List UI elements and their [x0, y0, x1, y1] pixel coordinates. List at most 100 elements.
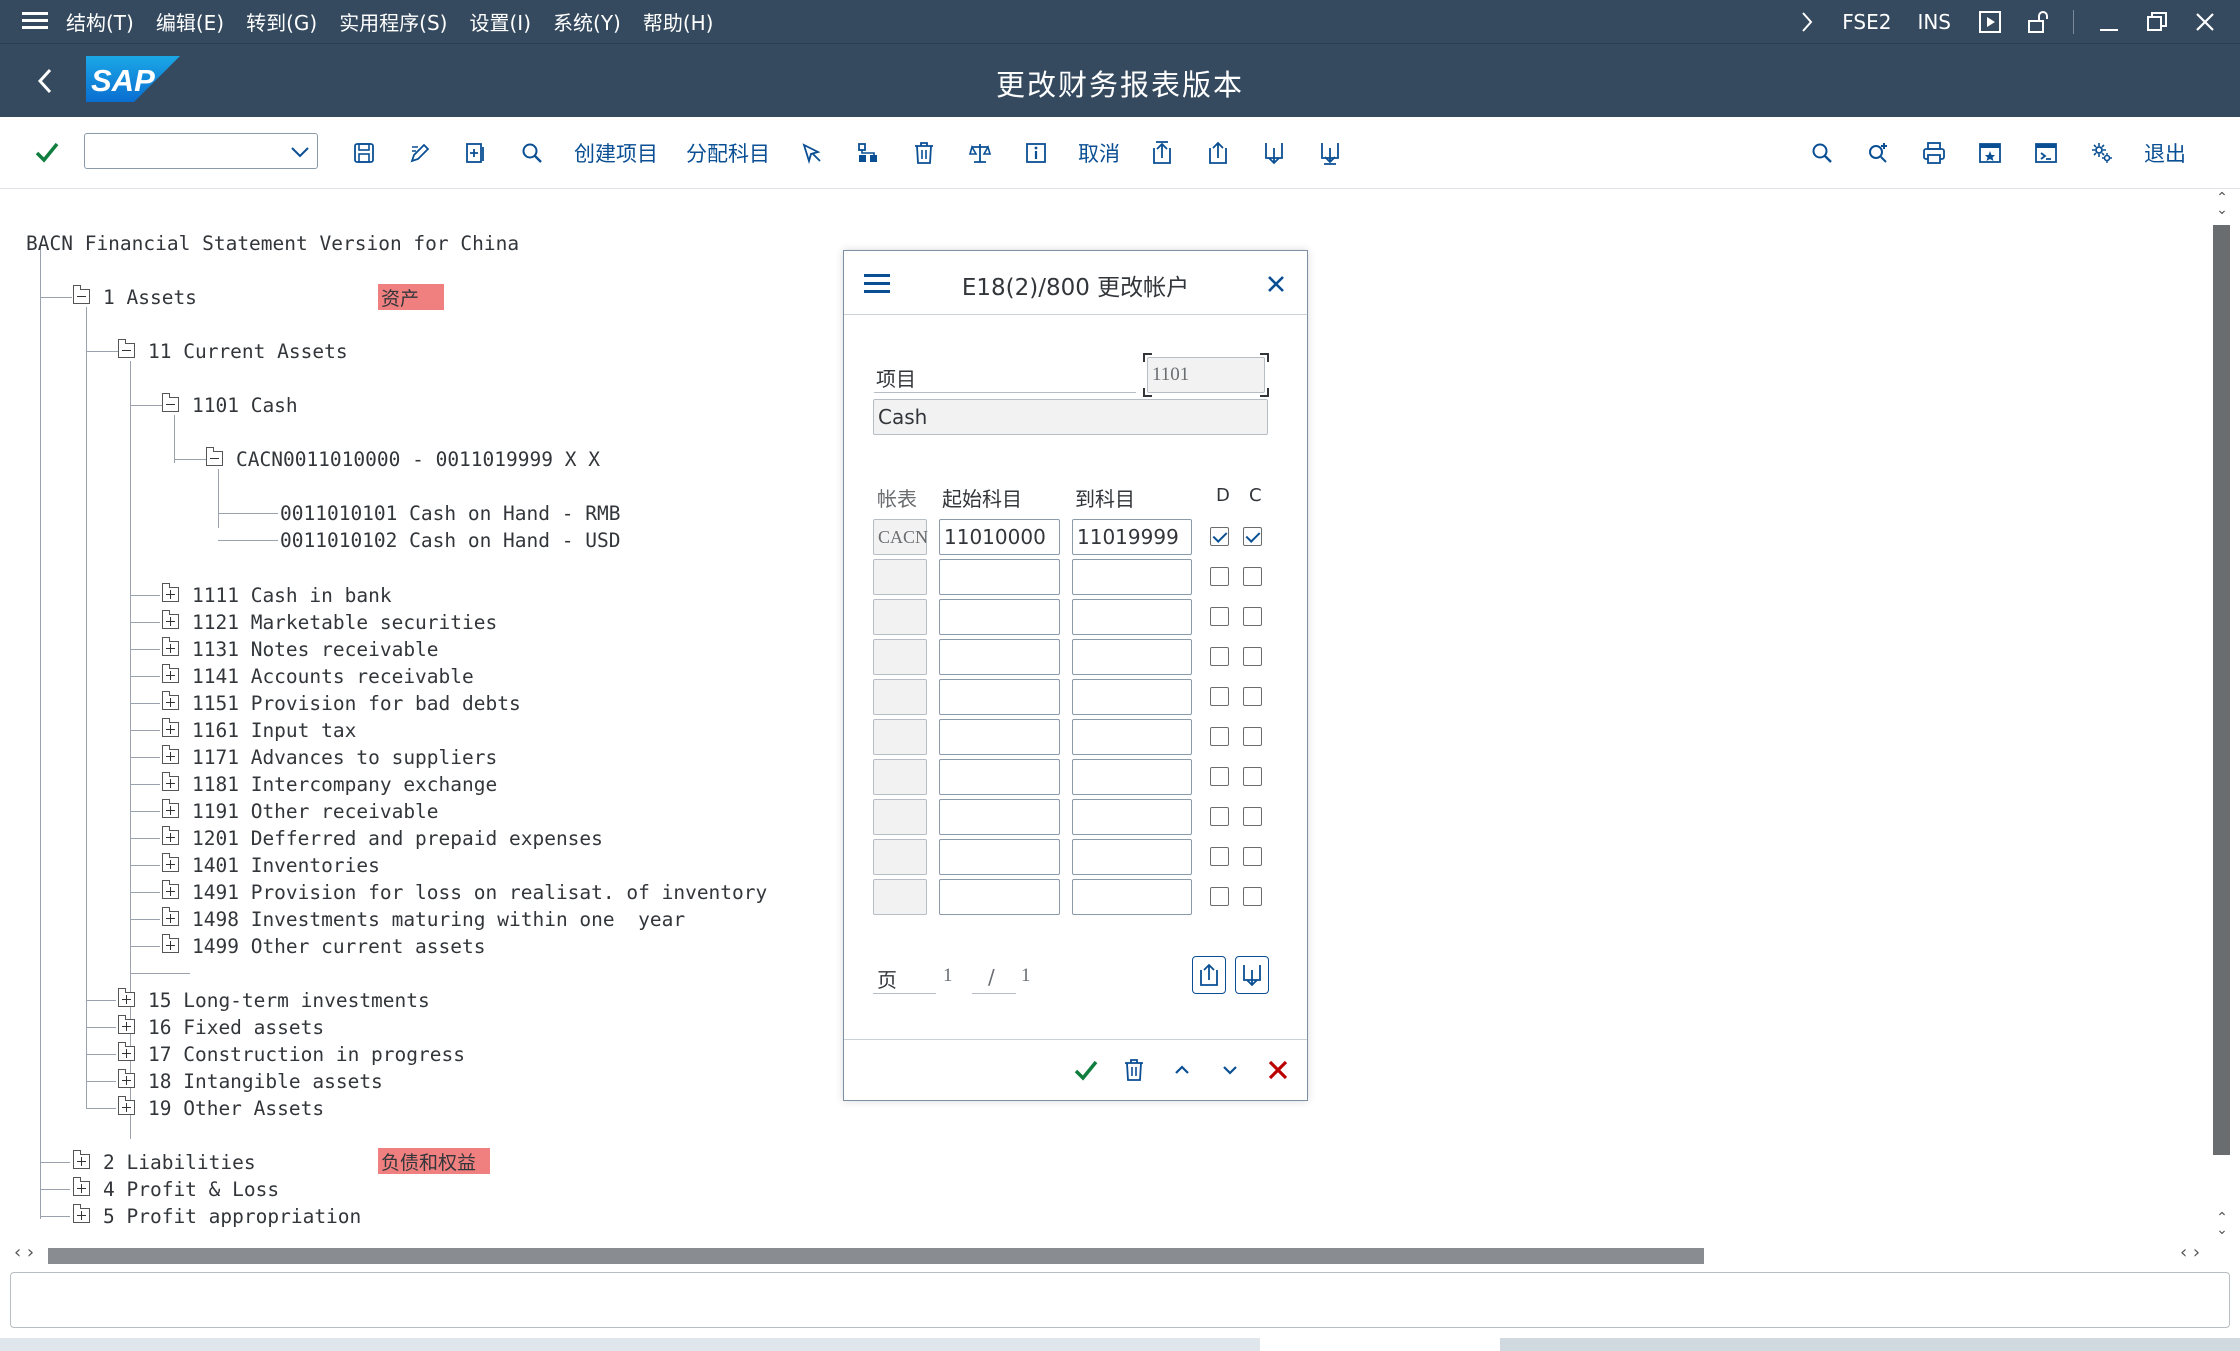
minimize-icon[interactable] [2096, 9, 2122, 35]
restore-icon[interactable] [2144, 9, 2170, 35]
from-account-input[interactable] [939, 759, 1060, 795]
chevron-down-icon[interactable] [1216, 1056, 1244, 1084]
credit-checkbox[interactable] [1243, 567, 1262, 586]
tree-node[interactable]: 1498 Investments maturing within one yea… [192, 908, 685, 931]
expand-icon[interactable] [162, 880, 179, 899]
cancel-button[interactable]: 取消 [1078, 138, 1120, 168]
delete-icon[interactable] [911, 140, 937, 166]
menu-settings[interactable]: 设置(I) [470, 7, 532, 36]
new-session-icon[interactable] [1977, 140, 2003, 166]
tree-node[interactable]: 1181 Intercompany exchange [192, 773, 497, 796]
expand-icon[interactable] [162, 610, 179, 629]
to-account-input[interactable] [1072, 839, 1192, 875]
to-account-input[interactable] [1072, 799, 1192, 835]
find-icon[interactable] [519, 140, 545, 166]
tree-node[interactable]: 1161 Input tax [192, 719, 356, 742]
from-account-input[interactable] [939, 599, 1060, 635]
horizontal-scrollbar[interactable]: ‹ › ‹ › [0, 1242, 2240, 1268]
scrollbar-thumb[interactable] [48, 1248, 1704, 1264]
balance-icon[interactable] [967, 140, 993, 166]
close-icon[interactable] [1264, 272, 1288, 296]
from-account-input[interactable]: 11010000 [939, 519, 1060, 555]
collapse-icon[interactable] [162, 393, 179, 412]
credit-checkbox[interactable] [1243, 887, 1262, 906]
expand-icon[interactable] [162, 772, 179, 791]
debit-checkbox[interactable] [1210, 847, 1229, 866]
collapse-icon[interactable] [118, 339, 135, 358]
to-account-input[interactable] [1072, 559, 1192, 595]
unlock-icon[interactable] [2025, 9, 2051, 35]
shortcut-icon[interactable] [2033, 140, 2059, 166]
expand-icon[interactable] [162, 799, 179, 818]
debit-checkbox[interactable] [1210, 727, 1229, 746]
credit-checkbox[interactable] [1243, 767, 1262, 786]
menu-icon[interactable] [22, 9, 48, 33]
tree-node[interactable]: 1491 Provision for loss on realisat. of … [192, 881, 767, 904]
debit-checkbox[interactable] [1210, 647, 1229, 666]
next-page-button[interactable] [1235, 956, 1269, 994]
menu-help[interactable]: 帮助(H) [643, 7, 714, 36]
tree-node[interactable]: 1171 Advances to suppliers [192, 746, 497, 769]
scroll-left-right-icon[interactable]: ‹ › [2180, 1242, 2200, 1263]
to-account-input[interactable] [1072, 639, 1192, 675]
expand-icon[interactable] [118, 1096, 135, 1115]
debit-checkbox[interactable] [1210, 527, 1229, 546]
tree-node[interactable]: 1131 Notes receivable [192, 638, 439, 661]
from-account-input[interactable] [939, 839, 1060, 875]
tree-node-liabilities[interactable]: 2 Liabilities [103, 1151, 256, 1174]
debit-checkbox[interactable] [1210, 607, 1229, 626]
exit-button[interactable]: 退出 [2144, 138, 2186, 168]
menu-system[interactable]: 系统(Y) [553, 7, 621, 36]
tree-node-profit-appropriation[interactable]: 5 Profit appropriation [103, 1205, 361, 1228]
expand-icon[interactable] [162, 907, 179, 926]
tree-node[interactable]: 1191 Other receivable [192, 800, 439, 823]
tree-node[interactable]: 1111 Cash in bank [192, 584, 392, 607]
from-account-input[interactable] [939, 679, 1060, 715]
expand-icon[interactable] [73, 1204, 90, 1223]
tree-node[interactable]: 19 Other Assets [148, 1097, 324, 1120]
tree-node-assets[interactable]: 1 Assets [103, 286, 197, 309]
tree-node[interactable]: 1201 Defferred and prepaid expenses [192, 827, 603, 850]
last-page-icon[interactable] [1317, 140, 1343, 166]
create-item-button[interactable]: 创建项目 [574, 138, 658, 168]
scrollbar-thumb[interactable] [2213, 225, 2230, 1155]
edit-icon[interactable] [407, 140, 433, 166]
tree-node[interactable]: 1121 Marketable securities [192, 611, 497, 634]
from-account-input[interactable] [939, 799, 1060, 835]
credit-checkbox[interactable] [1243, 727, 1262, 746]
to-account-input[interactable] [1072, 759, 1192, 795]
first-page-icon[interactable] [1149, 140, 1175, 166]
print-icon[interactable] [1921, 140, 1947, 166]
scroll-down-icon[interactable]: ⌃ ⌄ [2210, 1211, 2234, 1237]
tree-node[interactable]: 16 Fixed assets [148, 1016, 324, 1039]
collapse-icon[interactable] [206, 447, 223, 466]
scroll-up-icon[interactable]: ⌃ ⌄ [2210, 191, 2234, 217]
expand-icon[interactable] [162, 637, 179, 656]
chevron-down-icon[interactable] [289, 142, 311, 162]
previous-page-button[interactable] [1192, 956, 1226, 994]
from-account-input[interactable] [939, 639, 1060, 675]
confirm-icon[interactable] [1072, 1056, 1100, 1084]
customize-icon[interactable] [2089, 140, 2115, 166]
tree-node[interactable]: 1141 Accounts receivable [192, 665, 474, 688]
from-account-input[interactable] [939, 879, 1060, 915]
credit-checkbox[interactable] [1243, 807, 1262, 826]
expand-icon[interactable] [162, 826, 179, 845]
next-page-icon[interactable] [1261, 140, 1287, 166]
credit-checkbox[interactable] [1243, 607, 1262, 626]
expand-icon[interactable] [162, 718, 179, 737]
tree-leaf-account[interactable]: 0011010102 Cash on Hand - USD [280, 529, 620, 552]
expand-subtree-icon[interactable] [463, 140, 489, 166]
credit-checkbox[interactable] [1243, 647, 1262, 666]
vertical-scrollbar[interactable]: ⌃ ⌄ ⌃ ⌄ [2210, 190, 2240, 1242]
from-account-input[interactable] [939, 559, 1060, 595]
menu-utilities[interactable]: 实用程序(S) [339, 7, 447, 36]
tree-node[interactable]: 1499 Other current assets [192, 935, 486, 958]
to-account-input[interactable] [1072, 679, 1192, 715]
tree-node[interactable]: 15 Long-term investments [148, 989, 430, 1012]
expand-icon[interactable] [73, 1177, 90, 1196]
tree-node[interactable]: 1401 Inventories [192, 854, 380, 877]
search-next-icon[interactable] [1865, 140, 1891, 166]
tree-node-profit-loss[interactable]: 4 Profit & Loss [103, 1178, 279, 1201]
to-account-input[interactable] [1072, 719, 1192, 755]
